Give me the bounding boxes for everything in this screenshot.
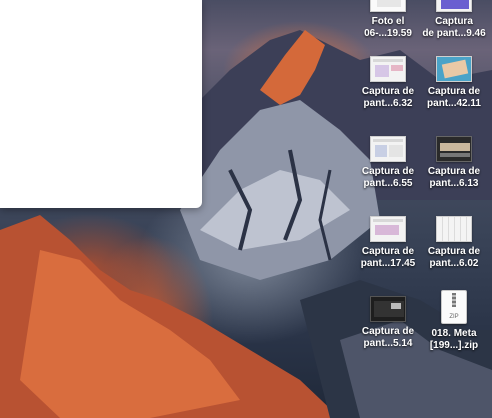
screenshot-thumbnail bbox=[370, 216, 406, 242]
desktop-icon-screenshot[interactable]: Captura de pant...5.14 bbox=[355, 296, 421, 350]
icon-label-line1: Captura de bbox=[361, 246, 415, 257]
icon-label-line2: [199...].zip bbox=[429, 340, 479, 351]
desktop-icon-photo[interactable]: Foto el 06-...19.59 bbox=[355, 0, 421, 40]
screenshot-thumbnail bbox=[436, 136, 472, 162]
desktop-icon-screenshot[interactable]: Captura de pant...9.46 bbox=[421, 0, 487, 40]
icon-label-line2: pant...6.02 bbox=[429, 258, 479, 269]
icon-label-line2: pant...42.11 bbox=[427, 98, 481, 109]
desktop-icon-screenshot[interactable]: Captura de pant...17.45 bbox=[355, 216, 421, 270]
icon-label-line1: Captura bbox=[435, 16, 473, 27]
photo-thumbnail bbox=[370, 0, 406, 12]
icon-label-line2: pant...6.55 bbox=[363, 178, 413, 189]
desktop-icon-zip-archive[interactable]: ZIP 018. Meta [199...].zip bbox=[421, 290, 487, 352]
screenshot-thumbnail bbox=[436, 216, 472, 242]
zip-badge: ZIP bbox=[449, 314, 459, 320]
icon-label-line1: Captura de bbox=[427, 166, 481, 177]
icon-label-line1: Captura de bbox=[427, 86, 481, 97]
icon-label-line1: Captura de bbox=[361, 166, 415, 177]
screenshot-thumbnail bbox=[436, 0, 472, 12]
icon-label-line2: pant...6.32 bbox=[363, 98, 413, 109]
icon-label-line2: 06-...19.59 bbox=[364, 28, 412, 39]
icon-label-line1: Captura de bbox=[427, 246, 481, 257]
desktop-icon-screenshot[interactable]: Captura de pant...6.02 bbox=[421, 216, 487, 270]
icon-label-line2: de pant...9.46 bbox=[422, 28, 486, 39]
app-window-partial[interactable] bbox=[0, 0, 202, 208]
icon-label-line2: pant...5.14 bbox=[363, 338, 413, 349]
screenshot-thumbnail bbox=[370, 56, 406, 82]
desktop-icon-screenshot[interactable]: Captura de pant...42.11 bbox=[421, 56, 487, 110]
desktop-icon-screenshot[interactable]: Captura de pant...6.55 bbox=[355, 136, 421, 190]
icon-label-line1: 018. Meta bbox=[431, 328, 477, 339]
screenshot-thumbnail bbox=[370, 296, 406, 322]
icon-label-line1: Captura de bbox=[361, 86, 415, 97]
icon-label-line1: Captura de bbox=[361, 326, 415, 337]
icon-label-line2: pant...6.13 bbox=[429, 178, 479, 189]
desktop-icon-screenshot[interactable]: Captura de pant...6.32 bbox=[355, 56, 421, 110]
desktop-icon-screenshot[interactable]: Captura de pant...6.13 bbox=[421, 136, 487, 190]
screenshot-thumbnail bbox=[436, 56, 472, 82]
screenshot-thumbnail bbox=[370, 136, 406, 162]
zip-file-icon: ZIP bbox=[441, 290, 467, 324]
icon-label-line1: Foto el bbox=[371, 16, 405, 27]
icon-label-line2: pant...17.45 bbox=[360, 258, 416, 269]
